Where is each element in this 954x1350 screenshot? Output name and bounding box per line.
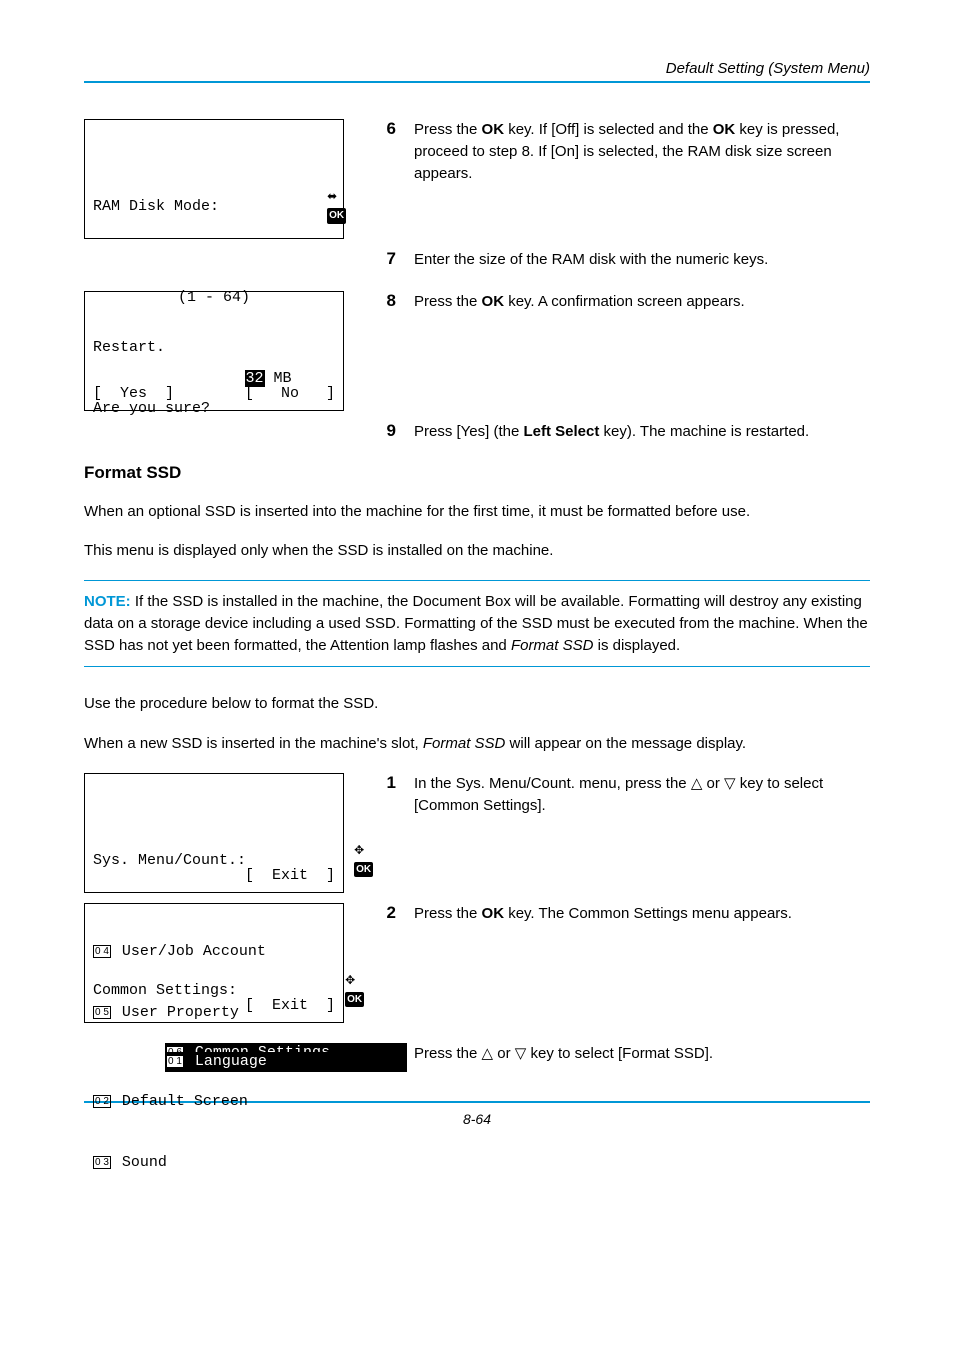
step-number: 6 — [378, 119, 396, 184]
step-number: 9 — [378, 421, 396, 443]
item-num-icon: 0 3 — [93, 1156, 111, 1169]
lcd2-yes: [ Yes ] — [93, 384, 174, 404]
note-block: NOTE: If the SSD is installed in the mac… — [84, 580, 870, 667]
step-text: Press the OK key. The Common Settings me… — [414, 903, 792, 925]
note-label: NOTE: — [84, 593, 131, 610]
step-1: 1 In the Sys. Menu/Count. menu, press th… — [378, 773, 870, 817]
para-3: Use the procedure below to format the SS… — [84, 693, 870, 715]
nav-arrow-icon: ✥ — [354, 843, 364, 857]
step-text: Press the △ or ▽ key to select [Format S… — [414, 1043, 713, 1065]
step-7: 7 Enter the size of the RAM disk with th… — [378, 249, 870, 271]
header-title: Default Setting (System Menu) — [666, 60, 870, 77]
para-4: When a new SSD is inserted in the machin… — [84, 733, 870, 755]
step-text: In the Sys. Menu/Count. menu, press the … — [414, 773, 870, 817]
lcd-ram-disk-mode: RAM Disk Mode: ⬌ OK (1 - 64) 32 MB — [84, 119, 344, 239]
lcd-sys-menu: Sys. Menu/Count.: ✥ OK 0 4 User/Job Acco… — [84, 773, 344, 893]
step-8: 8 Press the OK key. A confirmation scree… — [378, 291, 870, 313]
para-2: This menu is displayed only when the SSD… — [84, 540, 870, 562]
ok-icon: OK — [354, 862, 373, 878]
page-header: Default Setting (System Menu) — [84, 60, 870, 83]
lcd4-item1-selected: Language — [186, 1053, 267, 1070]
triangle-up-icon: △ — [691, 775, 703, 792]
row-lcd2: Restart. Are you sure? [ Yes ] [ No ] 8 … — [84, 291, 870, 411]
item-num-icon: 0 2 — [93, 1095, 111, 1108]
triangle-up-icon: △ — [482, 1045, 494, 1062]
lcd4-item2: Default Screen — [113, 1093, 248, 1110]
step-9: 9 Press [Yes] (the Left Select key). The… — [378, 421, 870, 443]
step-text: Enter the size of the RAM disk with the … — [414, 249, 768, 271]
lcd-restart-confirm: Restart. Are you sure? [ Yes ] [ No ] — [84, 291, 344, 411]
step-3: 3 Press the △ or ▽ key to select [Format… — [378, 1043, 870, 1065]
step-number: 7 — [378, 249, 396, 271]
row-lcd4: Common Settings: ✥ OK 0 1 Language 0 2 D… — [84, 903, 870, 1023]
ok-icon: OK — [327, 208, 346, 224]
step-text: Press the OK key. If [Off] is selected a… — [414, 119, 870, 184]
row-lcd3: Sys. Menu/Count.: ✥ OK 0 4 User/Job Acco… — [84, 773, 870, 893]
step-text: Press the OK key. A confirmation screen … — [414, 291, 745, 313]
triangle-down-icon: ▽ — [724, 775, 736, 792]
step-text: Press [Yes] (the Left Select key). The m… — [414, 421, 809, 443]
item-num-icon: 0 1 — [166, 1055, 184, 1068]
page: Default Setting (System Menu) RAM Disk M… — [0, 0, 954, 1167]
row-lcd1: RAM Disk Mode: ⬌ OK (1 - 64) 32 MB 6 Pre… — [84, 119, 870, 239]
triangle-down-icon: ▽ — [515, 1045, 527, 1062]
ok-icon: OK — [345, 992, 364, 1008]
lcd3-exit: [ Exit ] — [245, 866, 335, 886]
lcd2-no: [ No ] — [245, 384, 335, 404]
step-number: 2 — [378, 903, 396, 925]
lcd-common-settings: Common Settings: ✥ OK 0 1 Language 0 2 D… — [84, 903, 344, 1023]
lcd4-item3: Sound — [113, 1154, 167, 1171]
lcd2-line1: Restart. — [93, 338, 335, 358]
step-number: 1 — [378, 773, 396, 817]
para-1: When an optional SSD is inserted into th… — [84, 501, 870, 523]
lcd4-exit: [ Exit ] — [245, 996, 335, 1016]
step-number: 8 — [378, 291, 396, 313]
nav-arrow-icon: ✥ — [345, 973, 355, 987]
page-number: 8-64 — [463, 1111, 491, 1127]
step-6: 6 Press the OK key. If [Off] is selected… — [378, 119, 870, 184]
step-2: 2 Press the OK key. The Common Settings … — [378, 903, 870, 925]
lcd1-title: RAM Disk Mode: — [93, 197, 219, 217]
lr-arrow-icon: ⬌ — [327, 189, 337, 203]
